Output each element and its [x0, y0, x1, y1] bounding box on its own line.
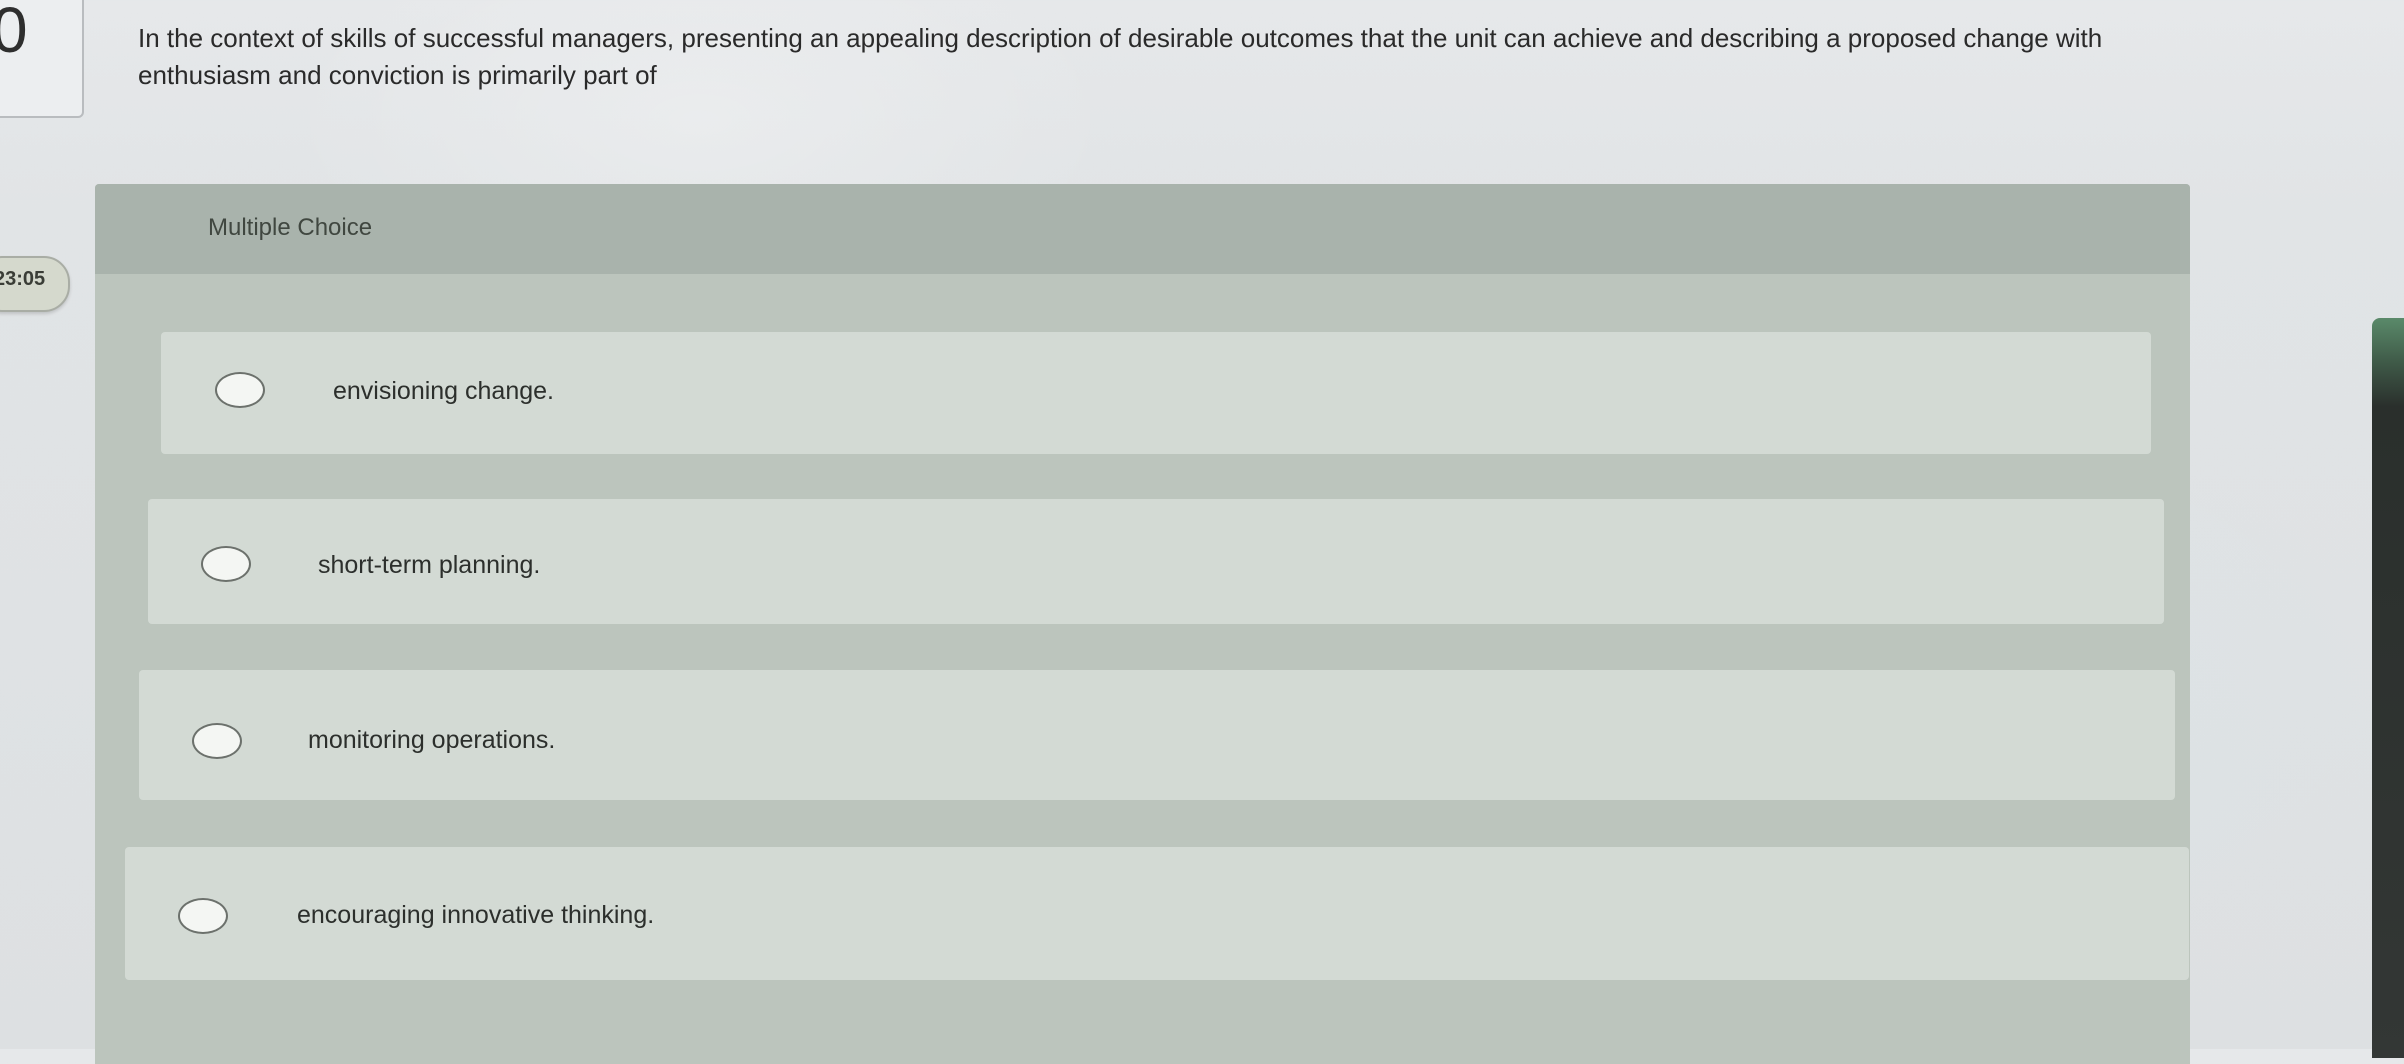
question-prompt: In the context of skills of successful m…	[138, 23, 2103, 90]
side-panel-tab[interactable]	[2372, 318, 2404, 1058]
option-label: encouraging innovative thinking.	[297, 901, 655, 929]
option-monitoring-operations[interactable]: monitoring operations.	[139, 670, 2175, 800]
panel-title: Multiple Choice	[208, 214, 373, 241]
radio-button-icon[interactable]	[201, 546, 251, 582]
question-number: 0	[0, 0, 28, 66]
option-label: short-term planning.	[318, 551, 541, 579]
option-envisioning-change[interactable]: envisioning change.	[161, 332, 2151, 454]
radio-button-icon[interactable]	[215, 372, 265, 408]
multiple-choice-panel: Multiple Choice envisioning change. shor…	[95, 184, 2190, 1064]
panel-header: Multiple Choice	[95, 184, 2190, 274]
radio-button-icon[interactable]	[178, 898, 228, 934]
option-label: envisioning change.	[333, 377, 554, 405]
radio-button-icon[interactable]	[192, 723, 242, 759]
option-encouraging-innovative-thinking[interactable]: encouraging innovative thinking.	[125, 847, 2189, 980]
option-label: monitoring operations.	[308, 726, 556, 754]
timer-text: 23:05	[0, 268, 46, 290]
option-short-term-planning[interactable]: short-term planning.	[148, 499, 2164, 624]
